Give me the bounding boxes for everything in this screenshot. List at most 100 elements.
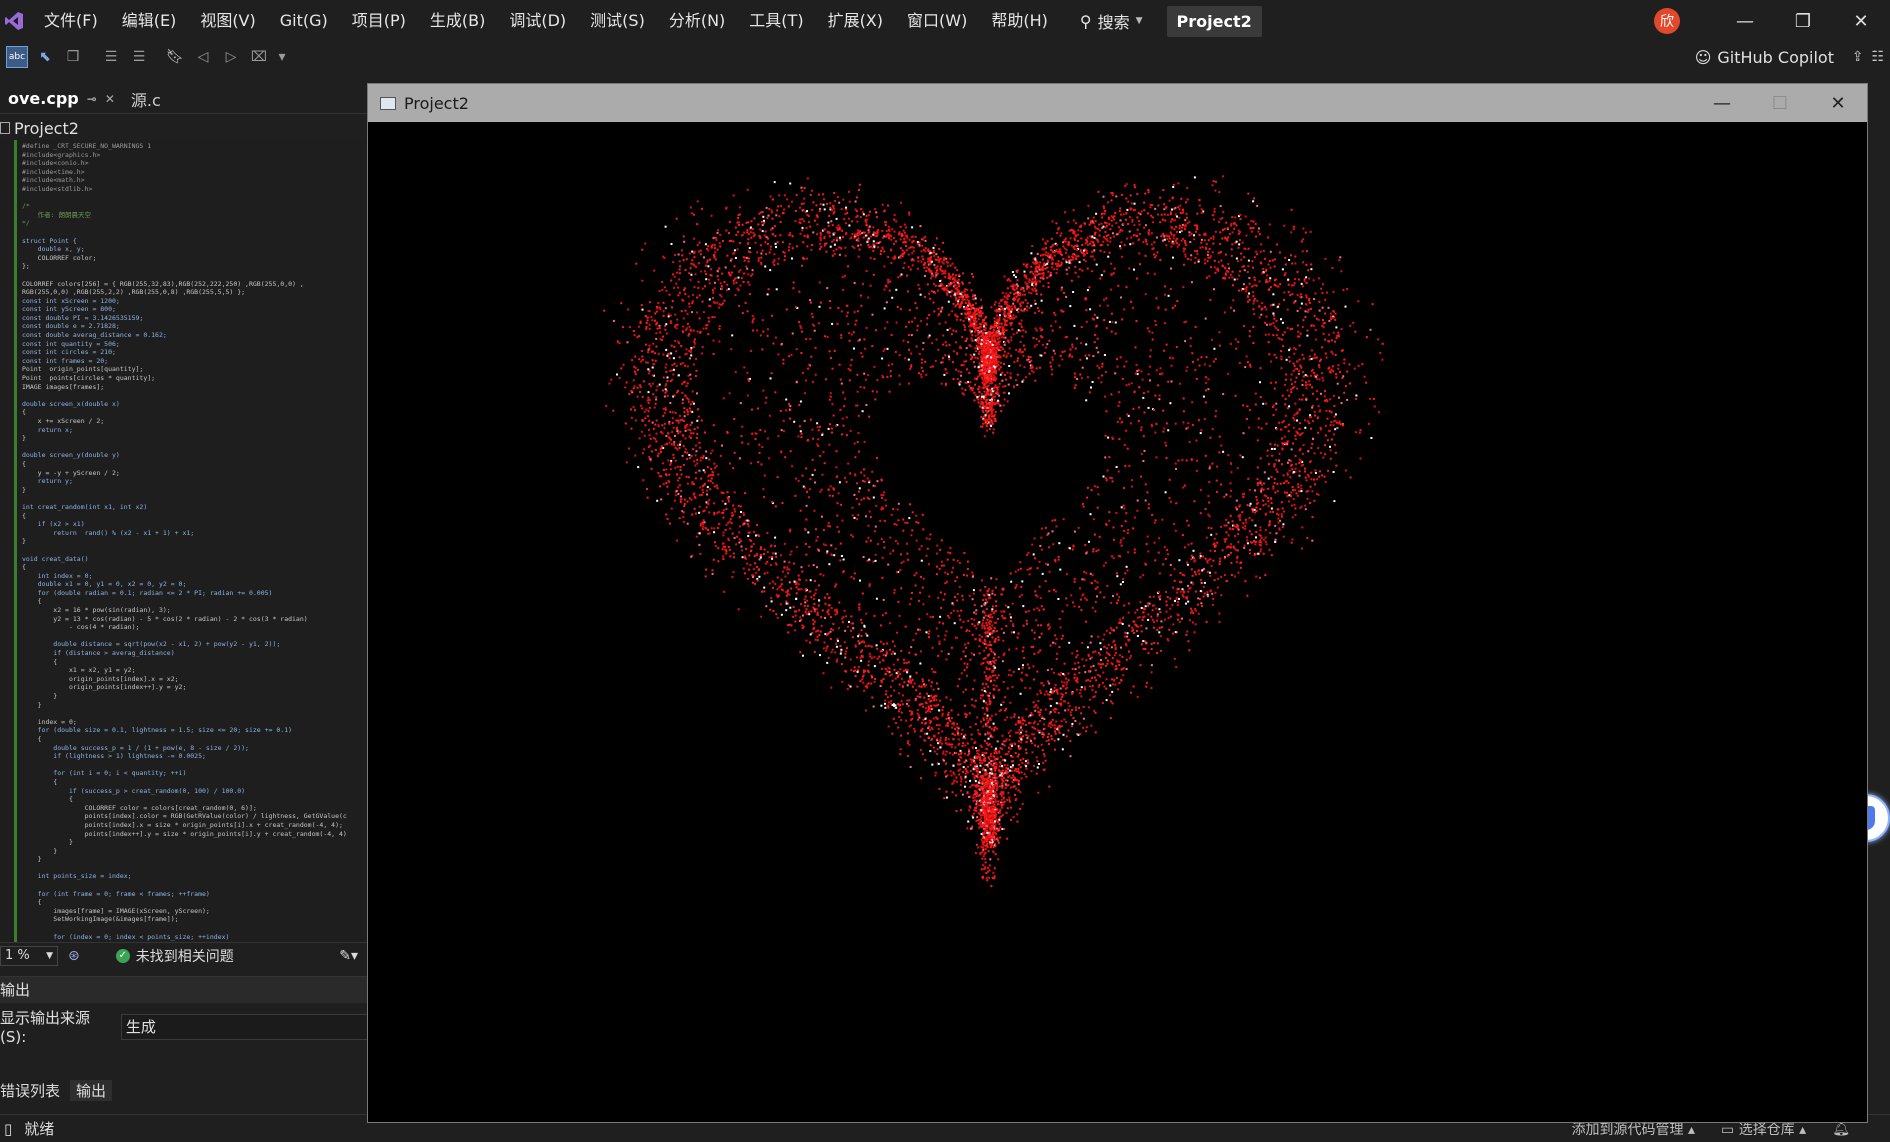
code-line: x2 = 16 * pow(sin(radian), 3); [22, 606, 171, 615]
tab-ove-cpp[interactable]: ove.cpp ⊸ ✕ [0, 84, 123, 114]
menu-item[interactable]: 调试(D) [497, 0, 578, 42]
code-line: const int frames = 20; [22, 356, 109, 365]
menu-item[interactable]: 视图(V) [188, 0, 267, 42]
spellcheck-icon[interactable]: abc [6, 46, 28, 68]
close-button[interactable]: ✕ [1809, 84, 1867, 122]
menu-item[interactable]: 项目(P) [340, 0, 418, 42]
menu-item[interactable]: Git(G) [268, 0, 340, 42]
indent-icon[interactable]: ☰ [128, 46, 150, 68]
tab-output[interactable]: 输出 [70, 1079, 113, 1101]
code-line: */ [22, 219, 30, 228]
menu-item[interactable]: 编辑(E) [110, 0, 189, 42]
minimize-button[interactable]: — [1693, 84, 1751, 122]
close-button[interactable]: ✕ [1832, 0, 1890, 42]
menu-item[interactable]: 生成(B) [418, 0, 497, 42]
bookmark-icon[interactable]: 🔖︎ [164, 46, 186, 68]
feedback-icon[interactable]: ☷ [1871, 49, 1884, 65]
code-line: } [22, 846, 58, 855]
maximize-button[interactable]: ☐ [1751, 84, 1809, 122]
tab-label: 源.c [130, 90, 161, 110]
avatar[interactable]: 欣 [1654, 8, 1680, 34]
code-line: { [22, 657, 58, 666]
code-editor[interactable]: #define _CRT_SECURE_NO_WARNINGS 1 #includ… [0, 140, 368, 942]
output-source-select[interactable]: 生成 [120, 1013, 368, 1040]
code-line: for (index = 0; index < points_size; ++i… [22, 932, 230, 941]
menu-item[interactable]: 测试(S) [578, 0, 657, 42]
code-line: x1 = x2, y1 = y2; [22, 666, 136, 675]
code-line: const double averag_distance = 0.162; [22, 331, 167, 340]
tab-error-list[interactable]: 错误列表 [0, 1080, 60, 1101]
visual-studio-logo-icon[interactable] [4, 11, 24, 31]
copy-icon[interactable]: ❒ [62, 46, 84, 68]
code-line: /* [22, 202, 30, 211]
heart-canvas[interactable] [368, 122, 1867, 1122]
menu-item[interactable]: 窗口(W) [895, 0, 979, 42]
code-line: double screen_y(double y) [22, 451, 120, 460]
code-line: double x, y; [22, 245, 85, 254]
code-line: { [22, 795, 73, 804]
code-line: for (double size = 0.1, lightness = 1.5;… [22, 726, 293, 735]
nav-project-label: Project2 [14, 118, 79, 138]
code-line: { [22, 563, 26, 572]
code-line: origin_points[index].x = x2; [22, 674, 179, 683]
github-copilot-button[interactable]: ☺ GitHub Copilot [1695, 42, 1834, 72]
outdent-icon[interactable]: ☰ [100, 46, 122, 68]
code-line: - cos(4 * radian); [22, 623, 140, 632]
search-box[interactable]: ⚲ 搜索 ▼ [1080, 9, 1143, 33]
issues-indicator[interactable]: ✓ 未找到相关问题 [115, 946, 234, 966]
code-line: } [22, 700, 42, 709]
menu-item[interactable]: 分析(N) [657, 0, 737, 42]
code-line: #include<time.h> [22, 167, 85, 176]
menu-item[interactable]: 扩展(X) [816, 0, 895, 42]
tab-source-c[interactable]: 源.c [123, 84, 169, 114]
bookmark-clear-icon[interactable]: ⌧ [248, 46, 270, 68]
code-line: x += xScreen / 2; [22, 417, 105, 425]
code-line: } [22, 838, 73, 847]
code-line: points[index].color = RGB(GetRValue(colo… [22, 812, 347, 821]
code-line: if (distance > averag_distance) [22, 649, 175, 658]
app-window-icon [380, 96, 396, 110]
code-line: return y; [22, 477, 73, 486]
code-line: const int yScreen = 800; [22, 305, 116, 314]
particle-heart [603, 175, 1384, 887]
code-line: SetWorkingImage(&images[frame]); [22, 915, 179, 924]
change-tracking-bar [14, 140, 17, 942]
document-tabs: ove.cpp ⊸ ✕ 源.c [0, 84, 368, 114]
search-icon: ⚲ [1079, 11, 1092, 31]
code-line: void creat_data() [22, 554, 89, 563]
code-line: #include<stdlib.h> [22, 184, 93, 193]
navigation-bar[interactable]: Project2 [0, 116, 368, 140]
restore-button[interactable]: ❐ [1774, 0, 1832, 42]
pin-icon[interactable]: ⊸ [87, 92, 97, 106]
zoom-dropdown[interactable]: 1 % ▼ [0, 945, 58, 966]
toolbar-right-icons: ⇪ ☷ [1852, 42, 1884, 72]
bottom-panel-tabs: 错误列表 输出 [0, 1078, 368, 1102]
bookmark-prev-icon[interactable]: ◁ [192, 46, 214, 68]
menu-item[interactable]: 文件(F) [32, 0, 110, 42]
close-icon[interactable]: ✕ [105, 92, 115, 106]
code-line: } [22, 537, 26, 546]
bookmark-next-icon[interactable]: ▷ [220, 46, 242, 68]
notifications-icon[interactable]: 🔔︎ [1832, 1121, 1850, 1137]
code-line: } [22, 485, 26, 494]
code-line: for (int frame = 0; frame < frames; ++fr… [22, 889, 210, 898]
code-line: double x1 = 0, y1 = 0, x2 = 0, y2 = 0; [22, 580, 187, 589]
select-cursor-icon[interactable]: ⬉ [34, 46, 56, 68]
health-icon[interactable]: ⊛ [68, 948, 80, 964]
menu-item[interactable]: 工具(T) [737, 0, 815, 42]
code-line: { [22, 459, 26, 468]
code-line: Point points[circles * quantity]; [22, 374, 156, 383]
toolbar-overflow-icon[interactable]: ▾ [276, 46, 288, 68]
check-circle-icon: ✓ [115, 948, 130, 963]
code-text: #define _CRT_SECURE_NO_WARNINGS 1 #includ… [22, 142, 368, 941]
solution-title[interactable]: Project2 [1166, 5, 1262, 37]
code-line: #include<conio.h> [22, 159, 89, 168]
code-cleanup-icon[interactable]: ✎▾ [339, 948, 358, 964]
share-icon[interactable]: ⇪ [1852, 49, 1864, 65]
graphics-window-titlebar[interactable]: Project2 — ☐ ✕ [368, 84, 1867, 122]
menu-item[interactable]: 帮助(H) [979, 0, 1060, 42]
minimize-button[interactable]: — [1716, 0, 1774, 42]
